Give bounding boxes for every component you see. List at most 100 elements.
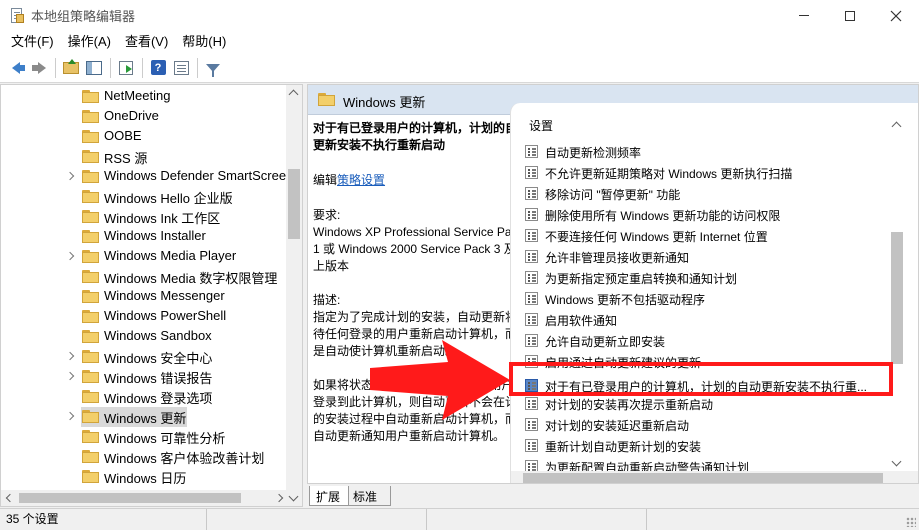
chevron-right-icon[interactable] [65,171,75,181]
resize-grip-icon[interactable] [906,517,916,527]
back-arrow-icon [12,61,25,74]
properties-icon [173,60,189,75]
setting-item[interactable]: 启用软件通知 [525,309,897,330]
setting-label: 重新计划自动更新计划的安装 [545,440,702,454]
filter-icon [206,63,220,77]
tree-item[interactable]: Windows 安全中心 [1,347,289,367]
tree-item[interactable]: Windows Defender SmartScreen [1,167,293,187]
menu-help[interactable]: 帮助(H) [175,31,233,53]
tree-item[interactable]: Windows 更新 [65,407,187,427]
filter-button[interactable] [202,57,224,79]
edit-policy-link[interactable]: 策略设置 [337,173,385,187]
tree-item[interactable]: Windows 日历 [1,467,289,487]
tree-item[interactable]: Windows Messenger [1,287,289,307]
tab-standard[interactable]: 标准 [347,486,391,506]
tree-item[interactable]: OOBE [1,127,289,147]
setting-item[interactable]: 允许自动更新立即安装 [525,330,897,351]
scroll-thumb[interactable] [288,169,300,239]
tree-item[interactable]: Windows 错误报告 [1,367,289,387]
scroll-up-icon[interactable] [891,121,902,132]
scroll-thumb[interactable] [523,473,883,483]
tree-horizontal-scrollbar[interactable] [1,490,288,506]
setting-item[interactable]: 重新计划自动更新计划的安装 [525,435,897,456]
tree-vertical-scrollbar[interactable] [286,85,302,506]
setting-item[interactable]: Windows 更新不包括驱动程序 [525,288,897,309]
setting-item[interactable]: 自动更新检测频率 [525,141,897,162]
settings-horizontal-scrollbar[interactable] [511,471,918,483]
menu-view[interactable]: 查看(V) [118,31,175,53]
annotation-arrow [370,340,510,420]
setting-item[interactable]: 不允许更新延期策略对 Windows 更新执行扫描 [525,162,897,183]
tree-item[interactable]: RSS 源 [1,147,289,167]
setting-label: 不要连接任何 Windows 更新 Internet 位置 [545,230,768,244]
scroll-thumb[interactable] [19,493,241,503]
folder-icon [82,110,99,123]
folder-icon [82,90,99,103]
up-one-level-button[interactable] [60,57,82,79]
title-bar: 本地组策略编辑器 [0,0,919,31]
tree-item[interactable]: Windows Ink 工作区 [1,207,289,227]
scroll-down-icon[interactable] [891,456,902,467]
tree-item[interactable]: Windows PowerShell [1,307,289,327]
chevron-right-icon[interactable] [65,411,75,421]
minimize-button[interactable] [781,0,827,31]
close-button[interactable] [873,0,919,31]
setting-item[interactable]: 不要连接任何 Windows 更新 Internet 位置 [525,225,897,246]
scroll-right-icon[interactable] [274,493,284,503]
tree-item[interactable]: Windows 客户体验改善计划 [1,447,289,467]
setting-label: 启用软件通知 [545,314,618,328]
tree-item[interactable]: Windows Media 数字权限管理 [1,267,289,287]
setting-item[interactable]: 对计划的安装再次提示重新启动 [525,393,897,414]
scroll-down-icon[interactable] [288,491,299,502]
tree-item[interactable]: Windows 登录选项 [1,387,289,407]
maximize-button[interactable] [827,0,873,31]
status-bar: 35 个设置 [0,508,919,530]
folder-icon [82,350,99,363]
export-list-button[interactable] [115,57,137,79]
chevron-right-icon[interactable] [65,371,75,381]
folder-icon [82,470,99,483]
setting-item[interactable]: 为更新指定预定重启转换和通知计划 [525,267,897,288]
setting-label: 对计划的安装再次提示重新启动 [545,398,714,412]
tree-item[interactable]: Windows Hello 企业版 [1,187,289,207]
folder-icon [82,150,99,163]
policy-setting-icon [525,229,538,242]
setting-item[interactable]: 删除使用所有 Windows 更新功能的访问权限 [525,204,897,225]
policy-setting-icon [525,439,538,452]
tree-item[interactable]: Windows Media Player [1,247,289,267]
show-hide-tree-button[interactable] [83,57,105,79]
toolbar-separator [142,57,143,78]
setting-label: Windows 更新不包括驱动程序 [545,293,706,307]
forward-button[interactable] [28,57,50,79]
toolbar-separator [197,57,198,78]
policy-setting-icon [525,397,538,410]
tree-item[interactable]: NetMeeting [1,87,289,107]
settings-vertical-scrollbar[interactable] [890,119,904,483]
chevron-right-icon[interactable] [65,251,75,261]
tree-item[interactable]: OneDrive [1,107,289,127]
setting-item[interactable]: 允许非管理员接收更新通知 [525,246,897,267]
window-title: 本地组策略编辑器 [31,9,136,24]
status-segment [427,508,647,530]
help-button[interactable]: ? [147,57,169,79]
tree-item[interactable]: Windows Sandbox [1,327,289,347]
policy-setting-icon [525,187,538,200]
properties-button[interactable] [170,57,192,79]
tree-item-label: Windows 客户体验改善计划 [104,451,265,466]
menu-file[interactable]: 文件(F) [4,31,61,53]
tab-extended[interactable]: 扩展 [309,486,349,506]
tree-item[interactable]: Windows 可靠性分析 [1,427,289,447]
setting-item[interactable]: 移除访问 "暂停更新" 功能 [525,183,897,204]
scroll-up-icon[interactable] [288,89,299,100]
setting-item[interactable]: 对计划的安装延迟重新启动 [525,414,897,435]
view-tabs: 扩展 标准 [307,486,919,507]
folder-icon [82,430,99,443]
tree-item[interactable]: Windows Installer [1,227,289,247]
back-button[interactable] [5,57,27,79]
scroll-left-icon[interactable] [5,493,15,503]
chevron-right-icon[interactable] [65,351,75,361]
scroll-thumb[interactable] [891,232,903,364]
menu-action[interactable]: 操作(A) [61,31,118,53]
settings-column-header[interactable]: 设置 [529,117,553,134]
folder-icon [82,190,99,203]
